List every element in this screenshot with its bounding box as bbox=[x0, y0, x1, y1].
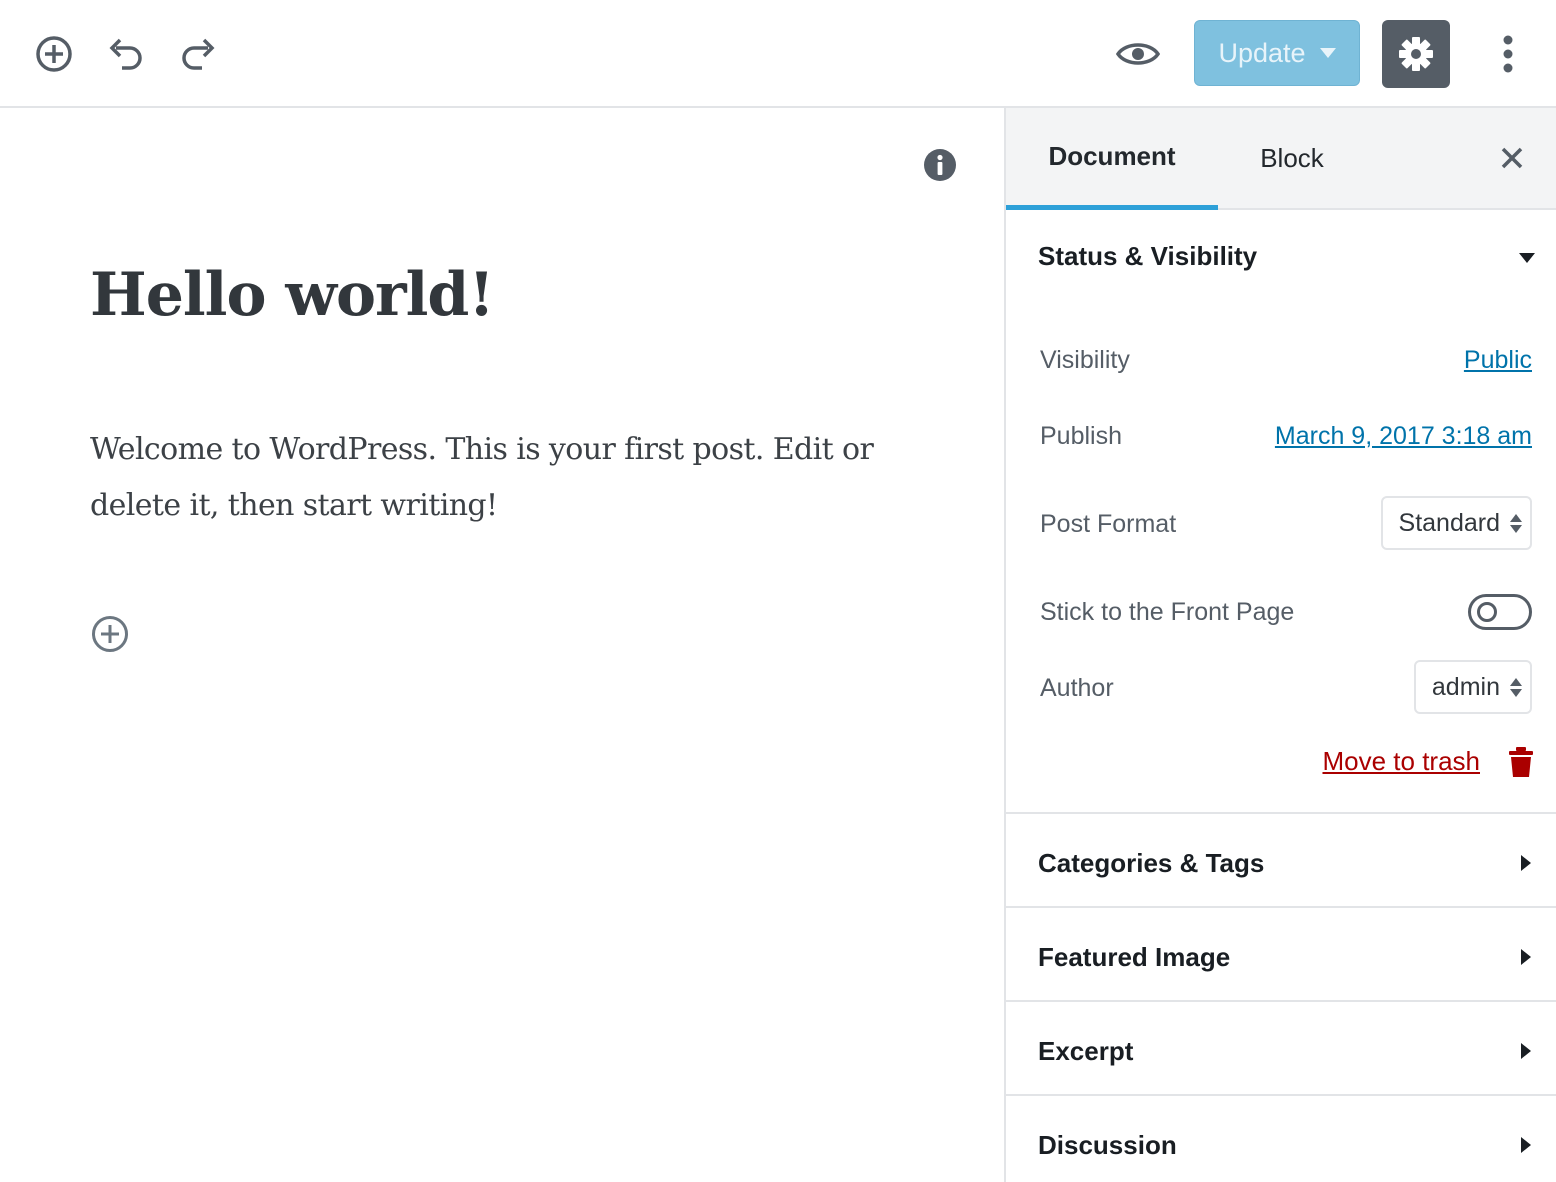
divider bbox=[1006, 1094, 1556, 1096]
divider bbox=[1006, 1000, 1556, 1002]
editor-canvas: Hello world! Welcome to WordPress. This … bbox=[0, 108, 1004, 1182]
close-sidebar-button[interactable] bbox=[1500, 146, 1524, 175]
update-button[interactable]: Update bbox=[1194, 20, 1360, 86]
plus-circle-icon bbox=[92, 616, 128, 652]
post-format-value: Standard bbox=[1398, 508, 1500, 537]
editor-header: Update bbox=[0, 0, 1556, 108]
divider bbox=[1006, 812, 1556, 814]
undo-icon bbox=[109, 38, 142, 70]
redo-icon bbox=[182, 38, 215, 70]
close-icon bbox=[1501, 147, 1523, 169]
caret-right-icon bbox=[1521, 1137, 1531, 1153]
paragraph-block[interactable]: Welcome to WordPress. This is your first… bbox=[90, 422, 920, 534]
author-label: Author bbox=[1040, 674, 1114, 702]
preview-button[interactable] bbox=[1114, 32, 1162, 76]
publish-date-link[interactable]: March 9, 2017 3:18 am bbox=[1275, 422, 1532, 451]
settings-button[interactable] bbox=[1382, 20, 1450, 88]
plus-circle-icon bbox=[36, 36, 72, 72]
tab-document[interactable]: Document bbox=[1006, 108, 1218, 210]
tab-block[interactable]: Block bbox=[1218, 108, 1366, 208]
caret-right-icon bbox=[1521, 949, 1531, 965]
discussion-toggle[interactable]: Discussion bbox=[1038, 1130, 1177, 1161]
gear-icon bbox=[1399, 37, 1433, 71]
author-select[interactable]: admin bbox=[1413, 660, 1532, 714]
caret-right-icon bbox=[1521, 855, 1531, 871]
redo-button[interactable] bbox=[176, 32, 220, 76]
trash-icon[interactable] bbox=[1508, 746, 1534, 778]
chevron-down-icon bbox=[1319, 48, 1336, 58]
post-format-label: Post Format bbox=[1040, 510, 1177, 538]
post-title[interactable]: Hello world! bbox=[90, 260, 495, 330]
caret-right-icon bbox=[1521, 1043, 1531, 1059]
more-options-button[interactable] bbox=[1490, 32, 1526, 76]
add-block-button[interactable] bbox=[32, 32, 76, 76]
categories-tags-toggle[interactable]: Categories & Tags bbox=[1038, 848, 1264, 879]
divider bbox=[1006, 906, 1556, 908]
content-info-button[interactable] bbox=[923, 148, 957, 187]
sidebar-tabs: Document Block bbox=[1006, 108, 1556, 210]
select-arrows-icon bbox=[1510, 677, 1522, 697]
caret-down-icon bbox=[1519, 253, 1535, 263]
status-visibility-toggle[interactable]: Status & Visibility bbox=[1038, 241, 1257, 272]
inline-add-block-button[interactable] bbox=[90, 614, 130, 659]
visibility-label: Visibility bbox=[1040, 346, 1130, 374]
settings-sidebar: Document Block Status & Visibility Visib… bbox=[1004, 108, 1556, 1182]
publish-label: Publish bbox=[1040, 422, 1122, 450]
excerpt-toggle[interactable]: Excerpt bbox=[1038, 1036, 1133, 1067]
author-value: admin bbox=[1431, 672, 1500, 701]
select-arrows-icon bbox=[1510, 513, 1522, 533]
info-icon bbox=[924, 149, 956, 181]
move-to-trash-link[interactable]: Move to trash bbox=[1322, 746, 1480, 777]
eye-icon bbox=[1116, 43, 1160, 65]
sticky-toggle[interactable] bbox=[1468, 594, 1532, 630]
more-vertical-icon bbox=[1503, 35, 1513, 73]
visibility-link[interactable]: Public bbox=[1464, 346, 1532, 375]
post-format-select[interactable]: Standard bbox=[1380, 496, 1532, 550]
toggle-knob bbox=[1477, 602, 1497, 622]
undo-button[interactable] bbox=[104, 32, 148, 76]
featured-image-toggle[interactable]: Featured Image bbox=[1038, 942, 1230, 973]
update-button-label: Update bbox=[1218, 37, 1306, 68]
sticky-label: Stick to the Front Page bbox=[1040, 598, 1295, 626]
